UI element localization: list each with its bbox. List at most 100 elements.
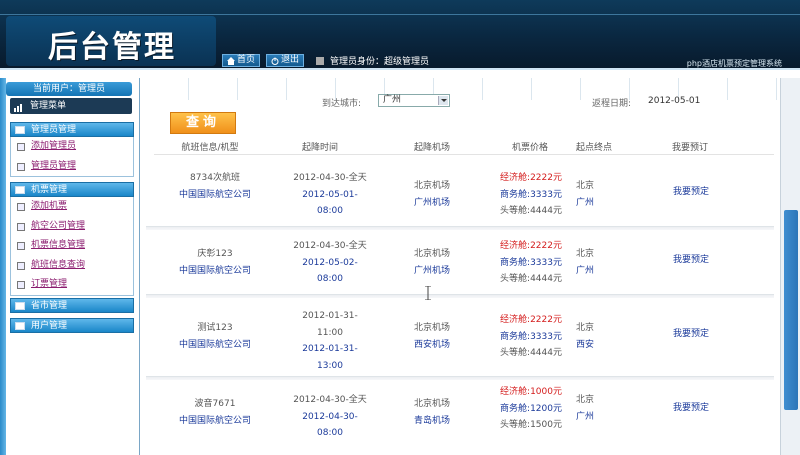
table-header: 航班信息/机型 起降时间 起降机场 机票价格 起点终点 我要预订 — [140, 140, 780, 154]
search-row: 到达城市: 广州 返程日期: 2012-05-01 — [140, 94, 780, 110]
menu-title: 管理菜单 — [10, 98, 132, 114]
role-icon — [316, 56, 325, 65]
system-title: php酒店机票预定管理系统 — [686, 59, 782, 68]
economy-price: 经济舱:1000元 — [500, 387, 562, 397]
home-button[interactable]: 首页 — [222, 54, 261, 67]
group-head-province[interactable]: 省市管理 — [10, 298, 134, 313]
book-link[interactable]: 我要预定 — [656, 400, 726, 417]
sidebar-item-ticket-info[interactable]: 机票信息管理 — [11, 236, 133, 256]
chevron-down-icon — [438, 96, 448, 105]
col-flight: 航班信息/机型 — [181, 143, 239, 153]
depart-time: 11:00 — [317, 327, 343, 338]
flight-number: 测试123 — [197, 323, 233, 333]
group-head-ticket[interactable]: 机票管理 — [10, 182, 134, 197]
doc-icon — [17, 162, 25, 171]
scrollbar-thumb[interactable] — [784, 210, 798, 410]
col-time: 起降时间 — [301, 143, 338, 153]
home-icon — [227, 56, 235, 65]
sidebar: 当前用户：管理员 管理菜单 管理员管理 添加管理员 管理员管理 机票管理 添加机… — [0, 78, 140, 455]
home-label: 首页 — [237, 55, 256, 65]
business-price: 商务舱:3333元 — [500, 257, 562, 268]
group-items-admin: 添加管理员 管理员管理 — [10, 137, 134, 177]
folder-icon — [15, 302, 25, 310]
group-user: 用户管理 — [10, 318, 134, 333]
top-header: 后台管理 首页 退出 管理员身份：超级管理员 php酒店机票预定管理系统 — [0, 0, 800, 70]
group-admin: 管理员管理 添加管理员 管理员管理 — [10, 122, 134, 177]
business-price: 商务舱:3333元 — [500, 189, 562, 200]
depart-time: 2012-04-30-全天 — [293, 395, 367, 405]
airline-name[interactable]: 中国国际航空公司 — [170, 337, 260, 354]
header-line — [0, 14, 800, 15]
sidebar-item-airline[interactable]: 航空公司管理 — [11, 217, 133, 237]
to-city-value: 广州 — [383, 95, 402, 105]
current-user: 当前用户：管理员 — [6, 82, 132, 96]
sidebar-item-manage-admin[interactable]: 管理员管理 — [11, 157, 133, 177]
city-to: 广州 — [575, 411, 594, 422]
arrive-time: 08:00 — [317, 428, 343, 438]
vertical-scrollbar[interactable] — [780, 78, 800, 455]
airline-name[interactable]: 中国国际航空公司 — [170, 413, 260, 430]
group-head-admin[interactable]: 管理员管理 — [10, 122, 134, 137]
power-icon — [271, 57, 279, 65]
sidebar-strip — [0, 78, 6, 455]
economy-price: 经济舱:2222元 — [500, 241, 562, 251]
date-label: 返程日期: — [592, 99, 632, 109]
admin-logo: 后台管理 — [48, 30, 176, 65]
business-price: 商务舱:3333元 — [500, 331, 562, 342]
depart-airport: 北京机场 — [413, 323, 450, 333]
arrive-date: 2012-01-31- — [302, 344, 358, 354]
sidebar-item-flight-query[interactable]: 航班信息查询 — [11, 256, 133, 276]
logout-button[interactable]: 退出 — [266, 54, 305, 67]
sidebar-item-label: 添加机票 — [31, 201, 68, 211]
business-price: 商务舱:1200元 — [500, 403, 562, 414]
book-link[interactable]: 我要预定 — [656, 184, 726, 201]
col-book: 我要预订 — [671, 143, 708, 153]
book-link[interactable]: 我要预定 — [656, 252, 726, 269]
query-button[interactable]: 查询 — [170, 112, 236, 134]
arrive-date: 2012-04-30- — [302, 411, 358, 422]
first-price: 头等舱:4444元 — [500, 274, 562, 284]
row-divider — [146, 294, 774, 298]
airline-name[interactable]: 中国国际航空公司 — [170, 187, 260, 204]
group-title: 省市管理 — [31, 301, 68, 311]
group-head-user[interactable]: 用户管理 — [10, 318, 134, 333]
arrive-date: 2012-05-01- — [302, 189, 358, 200]
to-city-select[interactable]: 广州 — [378, 94, 450, 107]
arrive-time: 08:00 — [317, 274, 343, 284]
group-title: 用户管理 — [31, 321, 68, 331]
main-content: 到达城市: 广州 返程日期: 2012-05-01 查询 航班信息/机型 起降时… — [140, 78, 800, 455]
sidebar-item-label: 机票信息管理 — [31, 240, 86, 250]
first-price: 头等舱:4444元 — [500, 348, 562, 358]
flight-number: 8734次航班 — [190, 173, 240, 183]
airline-name[interactable]: 中国国际航空公司 — [170, 263, 260, 280]
sidebar-item-booking[interactable]: 订票管理 — [11, 275, 133, 295]
sidebar-item-label: 管理员管理 — [31, 160, 77, 171]
sidebar-item-add-admin[interactable]: 添加管理员 — [11, 137, 133, 157]
date-value[interactable]: 2012-05-01 — [648, 96, 700, 106]
depart-date: 2012-01-31- — [302, 311, 358, 321]
arrive-time: 13:00 — [317, 360, 343, 371]
city-to: 广州 — [575, 197, 594, 208]
folder-icon — [15, 126, 25, 134]
economy-price: 经济舱:2222元 — [500, 173, 562, 183]
row-divider — [146, 376, 774, 380]
flight-number: 波音7671 — [194, 399, 236, 409]
group-ticket: 机票管理 添加机票 航空公司管理 机票信息管理 航班信息查询 订票管理 — [10, 182, 134, 296]
city-to: 广州 — [575, 265, 594, 276]
arrive-airport: 西安机场 — [413, 339, 450, 350]
city-from: 北京 — [575, 181, 594, 191]
sidebar-item-add-ticket[interactable]: 添加机票 — [11, 197, 133, 217]
book-link[interactable]: 我要预定 — [656, 326, 726, 343]
col-city: 起点终点 — [575, 143, 612, 153]
col-price: 机票价格 — [511, 143, 548, 153]
arrive-time: 08:00 — [317, 206, 343, 216]
depart-time: 2012-04-30-全天 — [293, 241, 367, 251]
top-nav: 首页 退出 管理员身份：超级管理员 — [222, 54, 429, 67]
col-airport: 起降机场 — [413, 143, 450, 153]
logout-label: 退出 — [281, 55, 300, 65]
doc-icon — [17, 143, 25, 151]
city-from: 北京 — [575, 395, 594, 405]
group-title: 管理员管理 — [31, 125, 77, 135]
depart-airport: 北京机场 — [413, 249, 450, 259]
city-from: 北京 — [575, 323, 594, 333]
